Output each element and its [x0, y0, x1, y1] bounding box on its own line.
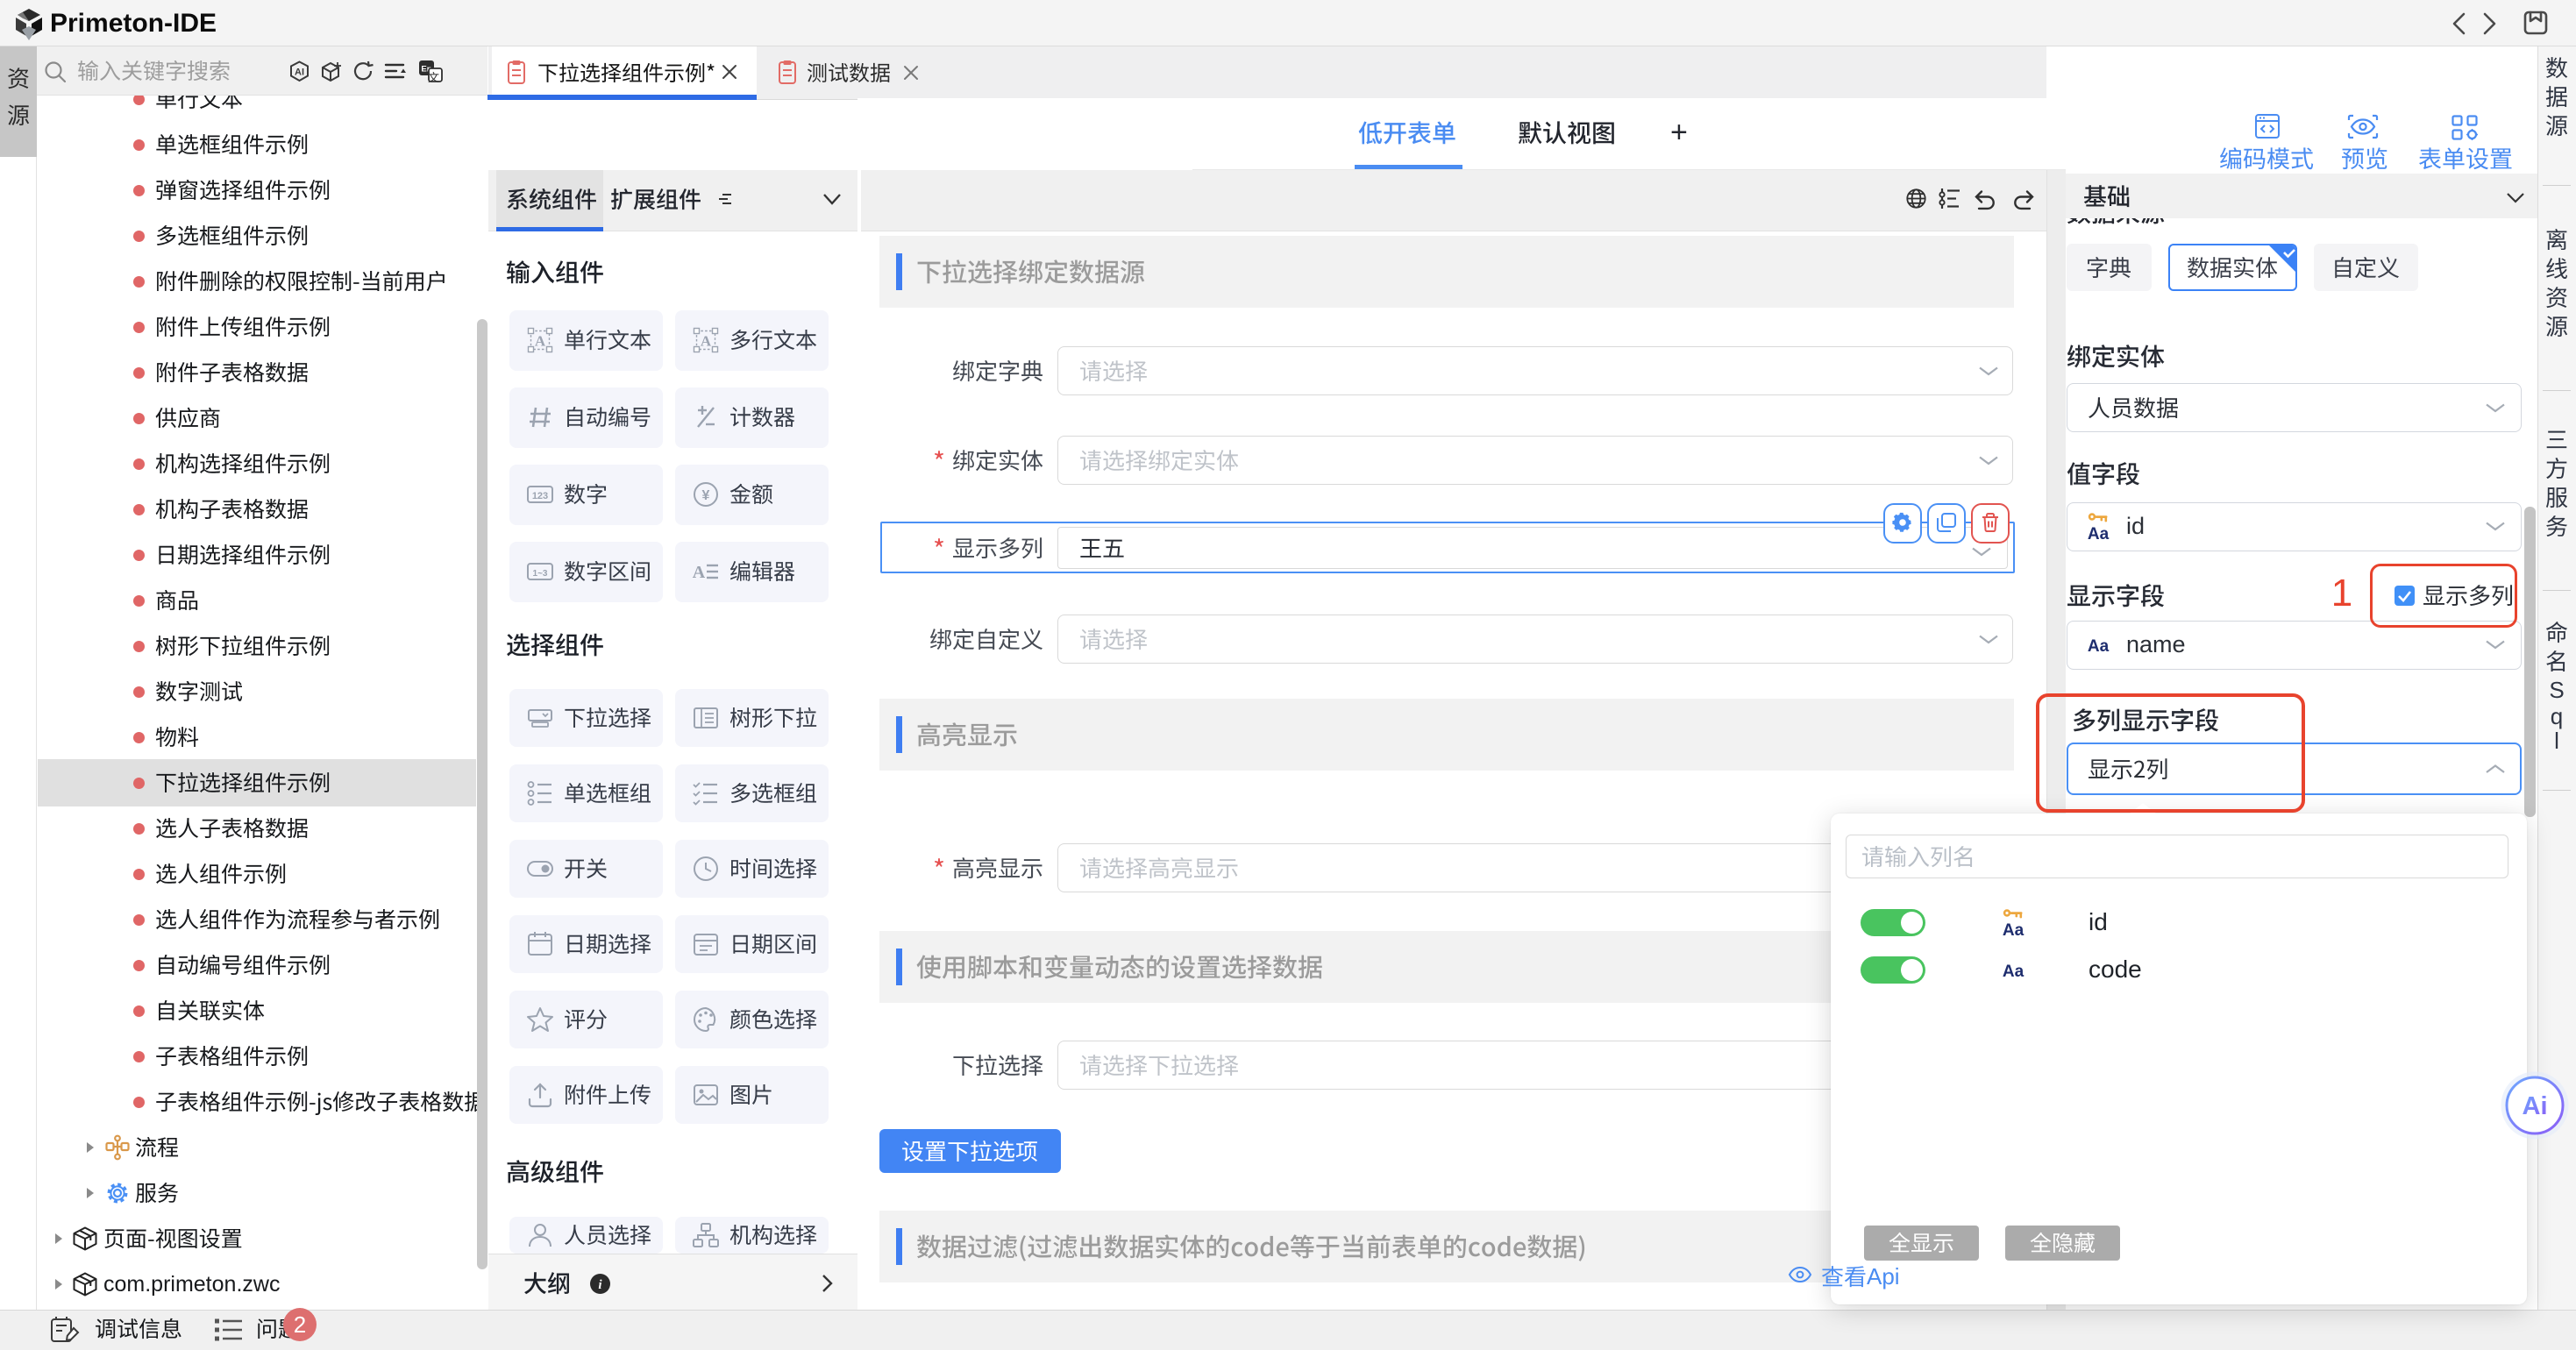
svg-text:Aa: Aa	[2088, 525, 2110, 544]
svg-text:A: A	[535, 333, 546, 350]
svg-text:¥: ¥	[702, 488, 710, 503]
svg-text:Ai: Ai	[2523, 1092, 2548, 1120]
svg-text:Aa: Aa	[2003, 963, 2025, 981]
svg-text:Aa: Aa	[2088, 637, 2110, 656]
svg-text:A: A	[693, 563, 706, 582]
svg-text:1~3: 1~3	[533, 569, 548, 579]
svg-text:123: 123	[532, 491, 548, 501]
svg-text:Aa: Aa	[2003, 921, 2025, 940]
svg-text:AI: AI	[295, 68, 304, 78]
svg-text:A: A	[701, 333, 712, 350]
